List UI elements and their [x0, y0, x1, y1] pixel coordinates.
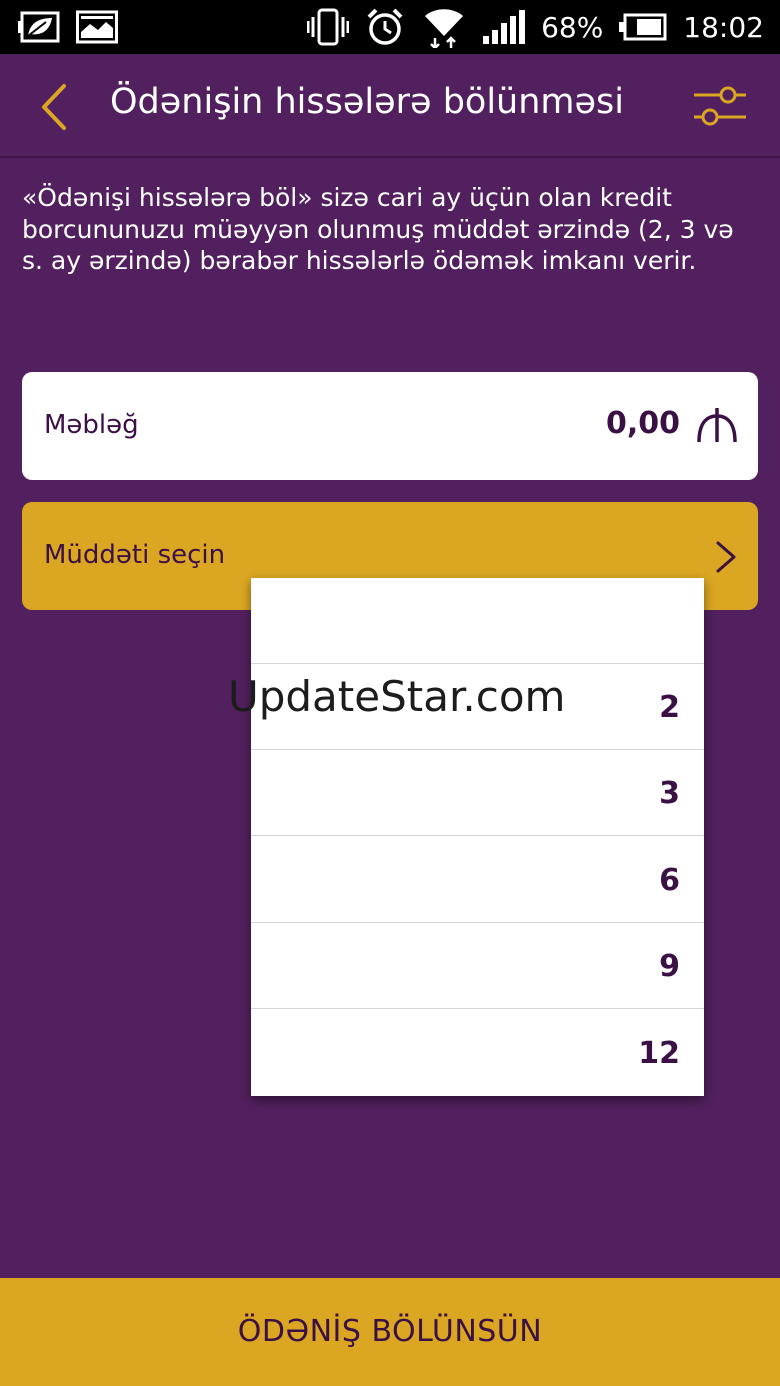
option-value: 12 — [638, 1036, 680, 1071]
option-value: 3 — [659, 776, 680, 811]
amount-value: 0,00 — [605, 406, 680, 441]
dropdown-option-12[interactable]: 12 — [251, 1010, 704, 1096]
sliders-icon — [694, 86, 746, 126]
status-time: 18:02 — [683, 10, 764, 44]
option-value: 2 — [659, 690, 680, 725]
dropdown-option-3[interactable]: 3 — [251, 750, 704, 836]
option-value: 6 — [659, 863, 680, 898]
settings-button[interactable] — [692, 84, 748, 128]
submit-button[interactable]: ÖDƏNİŞ BÖLÜNSÜN — [0, 1278, 780, 1386]
alarm-icon — [365, 7, 405, 47]
amount-label: Məbləğ — [44, 410, 139, 440]
page-title: Ödənişin hissələrə bölünməsi — [110, 82, 624, 122]
period-dropdown: 2 3 6 9 12 — [251, 578, 704, 1096]
chevron-left-icon — [42, 84, 66, 130]
battery-percent: 68% — [541, 10, 604, 44]
chevron-right-icon — [716, 541, 736, 573]
dropdown-option-9[interactable]: 9 — [251, 923, 704, 1009]
status-bar: 68% 18:02 — [0, 0, 780, 54]
back-button[interactable] — [36, 82, 76, 132]
period-label: Müddəti seçin — [44, 540, 226, 570]
dropdown-option-empty[interactable] — [251, 578, 704, 664]
option-value: 9 — [659, 949, 680, 984]
description-text: «Ödənişi hissələrə böl» sizə cari ay üçü… — [22, 183, 734, 275]
vibrate-icon — [307, 7, 350, 47]
battery-icon — [619, 13, 667, 41]
app-header: Ödənişin hissələrə bölünməsi — [0, 54, 780, 158]
dropdown-option-6[interactable]: 6 — [251, 837, 704, 923]
wifi-icon — [421, 6, 467, 48]
signal-icon — [483, 10, 526, 44]
watermark: UpdateStar.com — [228, 672, 566, 721]
battery-saver-icon — [18, 10, 62, 44]
image-notification-icon — [76, 10, 118, 44]
amount-field[interactable]: Məbləğ 0,00 — [22, 372, 758, 480]
manat-icon — [697, 408, 737, 443]
